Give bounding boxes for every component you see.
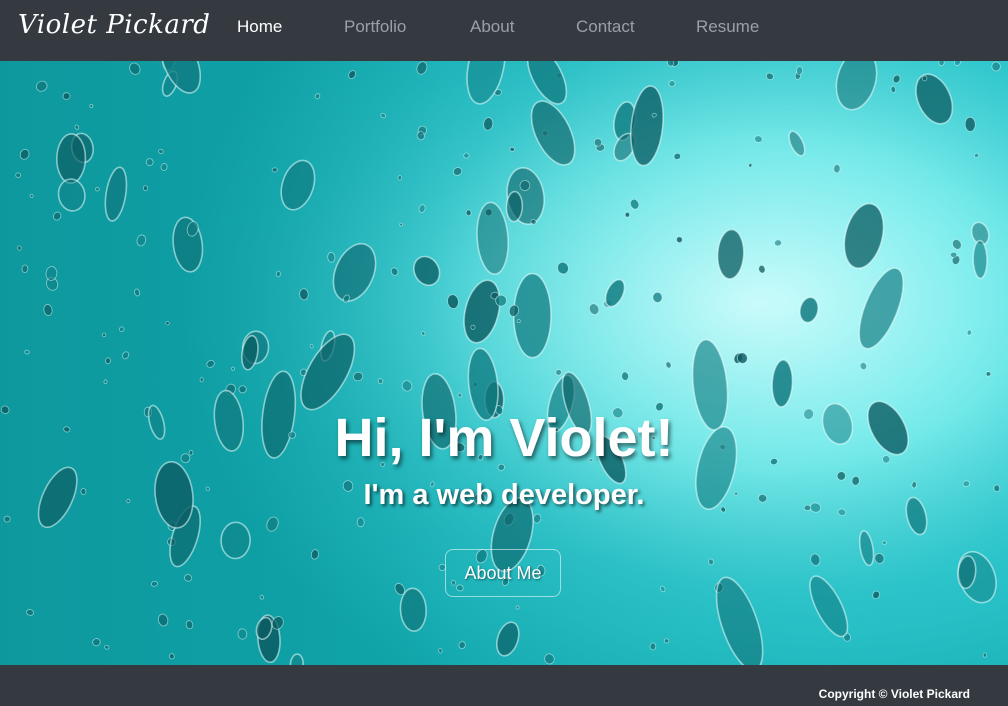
hero-title: Hi, I'm Violet! <box>334 408 674 468</box>
water-drop <box>652 291 663 303</box>
water-drop <box>463 152 470 159</box>
water-drop <box>651 112 657 118</box>
hero-subtitle: I'm a web developer. <box>363 479 645 511</box>
hero-section: Hi, I'm Violet! I'm a web developer. Abo… <box>0 61 1008 665</box>
water-drop <box>89 104 94 109</box>
water-drop <box>397 175 403 181</box>
nav-link-contact[interactable]: Contact <box>576 17 635 37</box>
water-drop <box>438 648 443 654</box>
about-me-button[interactable]: About Me <box>445 549 561 597</box>
nav-link-home[interactable]: Home <box>237 17 282 37</box>
water-drop <box>142 185 149 192</box>
water-drop <box>505 190 524 223</box>
water-drop <box>881 540 887 545</box>
nav-link-about[interactable]: About <box>470 17 514 37</box>
water-drop <box>103 379 108 385</box>
nav-link-resume[interactable]: Resume <box>696 17 759 37</box>
nav-link-portfolio[interactable]: Portfolio <box>344 17 406 37</box>
water-drop <box>796 66 804 75</box>
water-drop <box>624 211 631 218</box>
water-drop <box>516 319 521 324</box>
water-drop <box>890 85 897 94</box>
water-drop <box>964 116 976 132</box>
water-drop <box>275 270 281 278</box>
water-drop <box>748 162 753 168</box>
water-drop <box>515 605 520 610</box>
water-drop <box>3 515 11 523</box>
water-drop <box>649 642 657 651</box>
water-drop <box>774 239 782 247</box>
navbar: Violet Pickard Home Portfolio About Cont… <box>0 0 1008 61</box>
water-drop <box>118 326 125 333</box>
water-drop <box>972 239 988 280</box>
water-drop <box>938 61 945 67</box>
water-drop <box>513 272 552 359</box>
brand-logo[interactable]: Violet Pickard <box>18 10 210 40</box>
water-drop <box>17 245 22 251</box>
footer: Copyright © Violet Pickard <box>0 665 1008 706</box>
water-drop <box>168 653 175 660</box>
water-drop <box>165 321 170 326</box>
water-drop <box>21 264 29 273</box>
copyright-text: Copyright © Violet Pickard <box>818 687 970 701</box>
water-drop <box>199 377 204 383</box>
water-drop <box>509 147 515 152</box>
water-drop <box>271 167 278 173</box>
water-drop <box>55 133 87 184</box>
water-drop <box>457 392 463 398</box>
water-drop <box>982 652 988 658</box>
water-drop <box>356 517 365 528</box>
water-drop <box>465 209 472 217</box>
water-drop <box>15 172 21 178</box>
water-drop <box>833 164 841 174</box>
water-drop <box>309 344 314 349</box>
water-drop <box>101 332 107 338</box>
water-drop <box>985 371 992 377</box>
water-drop <box>220 521 251 560</box>
water-drop <box>950 251 958 258</box>
